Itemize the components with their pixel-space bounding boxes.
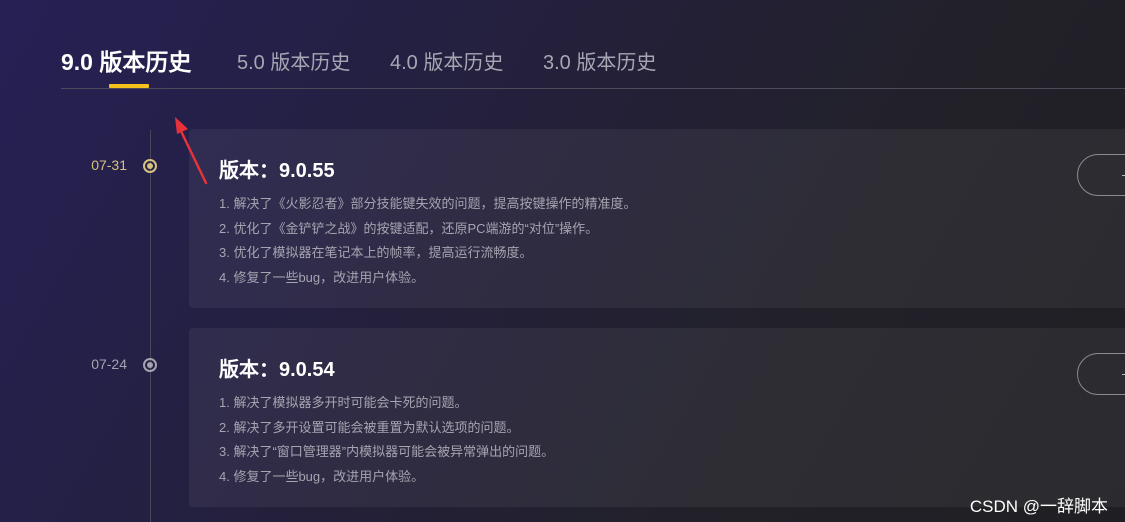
annotation-arrow-icon xyxy=(175,117,208,185)
release-title: 版本：9.0.54 xyxy=(219,359,335,381)
version-tabs: 9.0 版本历史 5.0 版本历史 4.0 版本历史 3.0 版本历史 xyxy=(61,40,1125,88)
release-note: 3. 优化了模拟器在笔记本上的帧率，提高运行流畅度。 xyxy=(219,245,533,260)
release-title: 版本：9.0.55 xyxy=(219,160,335,182)
tab-9-0-history[interactable]: 9.0 版本历史 xyxy=(61,43,191,77)
release-note: 4. 修复了一些bug，改进用户体验。 xyxy=(219,269,425,285)
release-note: 2. 优化了《金铲铲之战》的按键适配，还原PC端游的“对位”操作。 xyxy=(219,220,599,236)
tab-4-0-history[interactable]: 4.0 版本历史 xyxy=(390,46,503,75)
tab-3-0-history[interactable]: 3.0 版本历史 xyxy=(543,46,656,75)
release-notes: 1. 解决了《火影忍者》部分技能键失效的问题，提高按键操作的精准度。 2. 优化… xyxy=(219,192,636,290)
timeline-dot-active xyxy=(143,159,157,173)
csdn-watermark: CSDN @一辞脚本 xyxy=(969,497,1108,516)
release-note: 1. 解决了模拟器多开时可能会卡死的问题。 xyxy=(219,395,468,410)
release-card: 版本：9.0.54 1. 解决了模拟器多开时可能会卡死的问题。 2. 解决了多开… xyxy=(189,328,1125,507)
release-note: 1. 解决了《火影忍者》部分技能键失效的问题，提高按键操作的精准度。 xyxy=(219,196,637,211)
tab-5-0-history[interactable]: 5.0 版本历史 xyxy=(237,46,350,75)
release-note: 4. 修复了一些bug，改进用户体验。 xyxy=(219,468,425,484)
timeline-dot xyxy=(143,358,157,372)
release-card: 版本：9.0.55 1. 解决了《火影忍者》部分技能键失效的问题，提高按键操作的… xyxy=(189,129,1125,308)
release-action-button[interactable] xyxy=(1077,154,1125,196)
tabs-divider xyxy=(61,88,1125,89)
release-date: 07-31 xyxy=(91,157,127,173)
timeline-line xyxy=(150,130,151,522)
release-note: 3. 解决了“窗口管理器”内模拟器可能会被异常弹出的问题。 xyxy=(219,444,555,459)
release-action-button[interactable] xyxy=(1077,353,1125,395)
release-date: 07-24 xyxy=(91,356,127,372)
release-note: 2. 解决了多开设置可能会被重置为默认选项的问题。 xyxy=(219,419,520,435)
release-notes: 1. 解决了模拟器多开时可能会卡死的问题。 2. 解决了多开设置可能会被重置为默… xyxy=(219,391,554,489)
